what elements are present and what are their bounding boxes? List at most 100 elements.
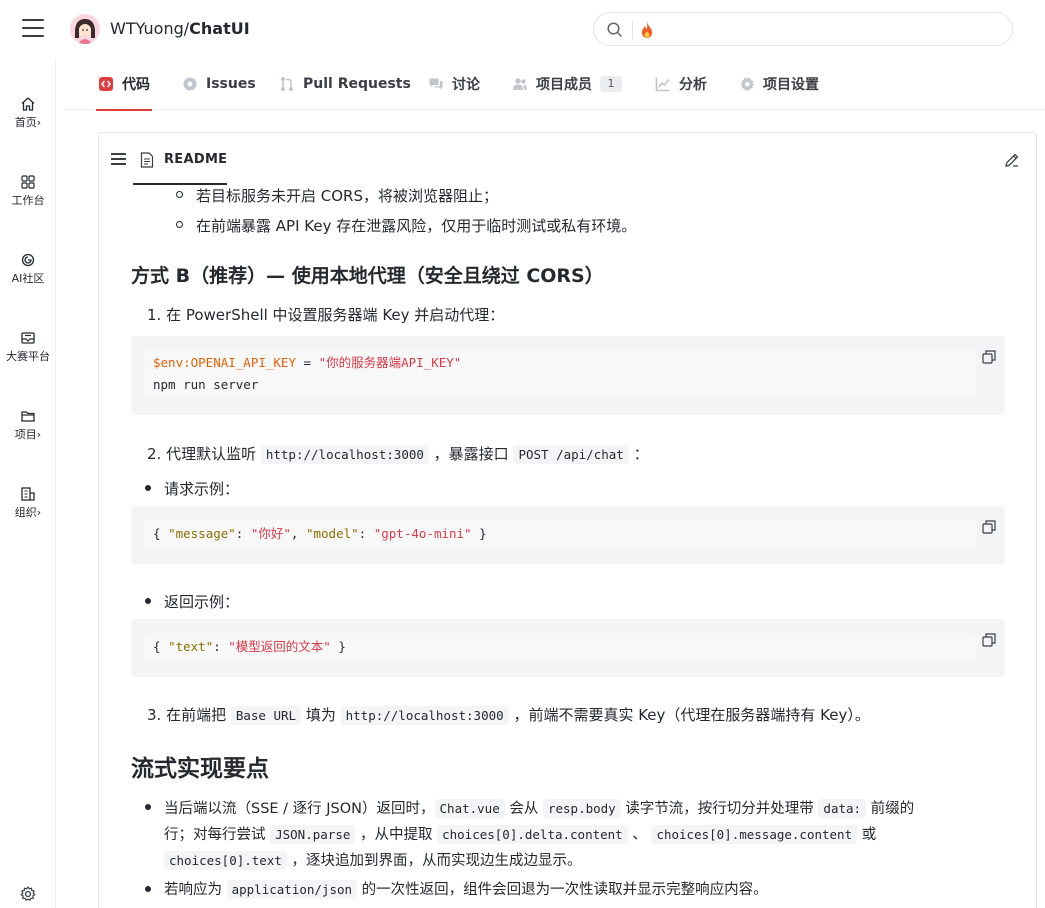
discussion-icon (429, 78, 443, 90)
section-heading-streaming: 流式实现要点 (131, 756, 269, 782)
folder-icon (21, 411, 35, 422)
toc-menu-icon[interactable] (111, 153, 126, 165)
gear-icon (740, 76, 755, 91)
code-token: } (330, 639, 346, 654)
list-bullet (176, 191, 183, 198)
home-icon (21, 97, 35, 111)
response-example-label: 返回示例： (164, 593, 240, 611)
inline-code: resp.body (542, 799, 621, 818)
code-block-powershell: $env:OPENAI_API_KEY = "你的服务器端API_KEY" np… (131, 336, 1005, 415)
code-line: npm run server (153, 377, 259, 392)
tab-code[interactable]: 代码 (96, 58, 152, 111)
tab-pull-requests[interactable]: Pull Requests (279, 58, 411, 110)
code-token: "gpt-4o-mini" (373, 526, 472, 541)
copy-icon[interactable] (982, 520, 996, 534)
request-example-label: 请求示例： (164, 480, 240, 498)
menu-icon[interactable] (22, 19, 44, 39)
sidebar-item-ai-community[interactable]: AI社区 (0, 252, 56, 286)
search-divider (632, 21, 633, 39)
sidebar-item-label: 组织 (14, 506, 37, 519)
sidebar-item-label: 大赛平台 (6, 350, 50, 363)
code-token: "model" (305, 526, 359, 541)
code-token: $env:OPENAI_API_KEY (153, 355, 296, 370)
code-token: { (153, 526, 169, 541)
members-icon (513, 78, 527, 90)
repo-title[interactable]: ChatUI (189, 19, 250, 38)
inline-code: choices[0].message.content (651, 825, 858, 844)
list-item: 若目标服务未开启 CORS，将被浏览器阻止； (196, 187, 498, 205)
code-token: : (358, 526, 374, 541)
text-run: 会从 (504, 801, 543, 817)
step-2-prefix: 2. 代理默认监听 (147, 445, 261, 463)
pr-icon (281, 77, 293, 91)
inline-code: Chat.vue (434, 799, 505, 818)
copy-icon[interactable] (982, 633, 996, 647)
tab-issues[interactable]: Issues (182, 58, 256, 110)
sidebar-item-projects[interactable]: 项目› (0, 408, 56, 442)
tab-discussion[interactable]: 讨论 (428, 58, 480, 110)
sidebar-item-label: AI社区 (11, 272, 45, 285)
sidebar-item-contest[interactable]: 大赛平台 (0, 330, 56, 364)
text-run: 行；对每行尝试 (164, 827, 271, 843)
code-token: , (290, 526, 306, 541)
text-run: 当后端以流（SSE / 逐行 JSON）返回时， (164, 801, 435, 817)
tab-members[interactable]: 项目成员 1 (512, 58, 622, 110)
code-token: "text" (168, 639, 214, 654)
list-item: 在前端暴露 API Key 存在泄露风险，仅用于临时测试或私有环境。 (196, 217, 637, 235)
sidebar-item-org[interactable]: 组织› (0, 486, 56, 520)
tab-project-settings[interactable]: 项目设置 (739, 58, 819, 110)
section-heading-b: 方式 B（推荐）— 使用本地代理（安全且绕过 CORS） (131, 265, 604, 287)
code-content: $env:OPENAI_API_KEY = "你的服务器端API_KEY" np… (143, 350, 977, 398)
repo-owner[interactable]: WTYuong/ (110, 19, 189, 38)
code-token: } (471, 526, 487, 541)
tab-label: 代码 (122, 77, 150, 93)
inline-code: http://localhost:3000 (340, 706, 509, 725)
code-token: { (153, 639, 169, 654)
code-block-request: { "message": "你好", "model": "gpt-4o-mini… (131, 506, 1005, 564)
search-input[interactable] (593, 12, 1013, 46)
readme-header: README (99, 133, 1036, 185)
code-token: "message" (168, 526, 236, 541)
code-content: { "text": "模型返回的文本" } (143, 633, 977, 661)
list-bullet (145, 598, 151, 604)
readme-panel: README 若目标服务未开启 CORS，将被浏览器阻止； 在前端暴露 API … (98, 132, 1037, 908)
inline-code: Base URL (230, 706, 302, 725)
code-icon (99, 77, 113, 91)
inline-code: choices[0].text (164, 851, 287, 870)
top-bar: WTYuong/ChatUI (0, 0, 1045, 58)
inline-code: choices[0].delta.content (437, 825, 628, 844)
list-bullet (176, 221, 183, 228)
text-run: 读字节流，按行切分并处理带 (620, 801, 819, 817)
repo-tabs: 代码 Issues Pull Requests 讨论 项目成员 1 分析 项目设… (66, 58, 1045, 111)
step-2-suffix: ： (628, 445, 649, 463)
left-sidebar: 首页› 工作台 AI社区 大赛平台 项目› 组织› (0, 58, 56, 908)
tab-label: 分析 (679, 77, 707, 93)
fire-icon (642, 22, 652, 38)
search-icon (607, 22, 623, 38)
edit-pencil-icon[interactable] (1004, 152, 1020, 168)
readme-title[interactable]: README (164, 152, 227, 167)
sidebar-item-home[interactable]: 首页› (0, 96, 56, 130)
tab-label: 项目成员 (536, 77, 592, 93)
step-3-suffix: ，前端不需要真实 Key（代理在服务器端持有 Key）。 (508, 706, 870, 724)
code-token: = (296, 355, 319, 370)
org-icon (21, 487, 35, 501)
settings-icon[interactable] (19, 885, 37, 903)
inline-code: application/json (226, 880, 358, 899)
text-run: 前缀的 (866, 801, 915, 817)
step-1-text: 1. 在 PowerShell 中设置服务器端 Key 并启动代理： (147, 306, 505, 324)
code-block-response: { "text": "模型返回的文本" } (131, 619, 1005, 677)
inline-code: JSON.parse (270, 825, 356, 844)
code-token: : (213, 639, 229, 654)
chevron-right-icon: › (36, 506, 42, 519)
sidebar-item-workbench[interactable]: 工作台 (0, 174, 56, 208)
avatar[interactable] (70, 14, 100, 44)
step-3-mid: 填为 (301, 706, 341, 724)
inline-code: POST /api/chat (513, 445, 629, 464)
sidebar-item-label: 首页 (14, 116, 37, 129)
grid-icon (21, 175, 35, 189)
copy-icon[interactable] (982, 350, 996, 364)
tab-label: 讨论 (452, 77, 480, 93)
repo-breadcrumb[interactable]: WTYuong/ChatUI (110, 19, 250, 38)
tab-analytics[interactable]: 分析 (655, 58, 707, 110)
